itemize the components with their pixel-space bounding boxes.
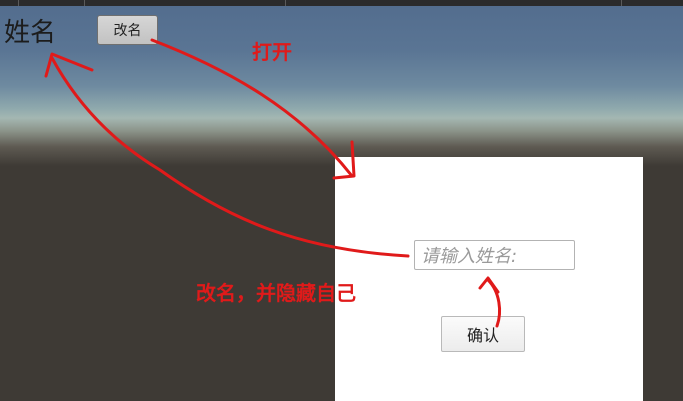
annotation-open-label: 打开 (252, 40, 292, 64)
arrow-back-icon (50, 56, 410, 258)
arrow-confirm-head-icon (478, 276, 500, 294)
annotation-rename-hide-label: 改名，并隐藏自己 (196, 281, 356, 305)
annotation-arrows (44, 38, 502, 328)
